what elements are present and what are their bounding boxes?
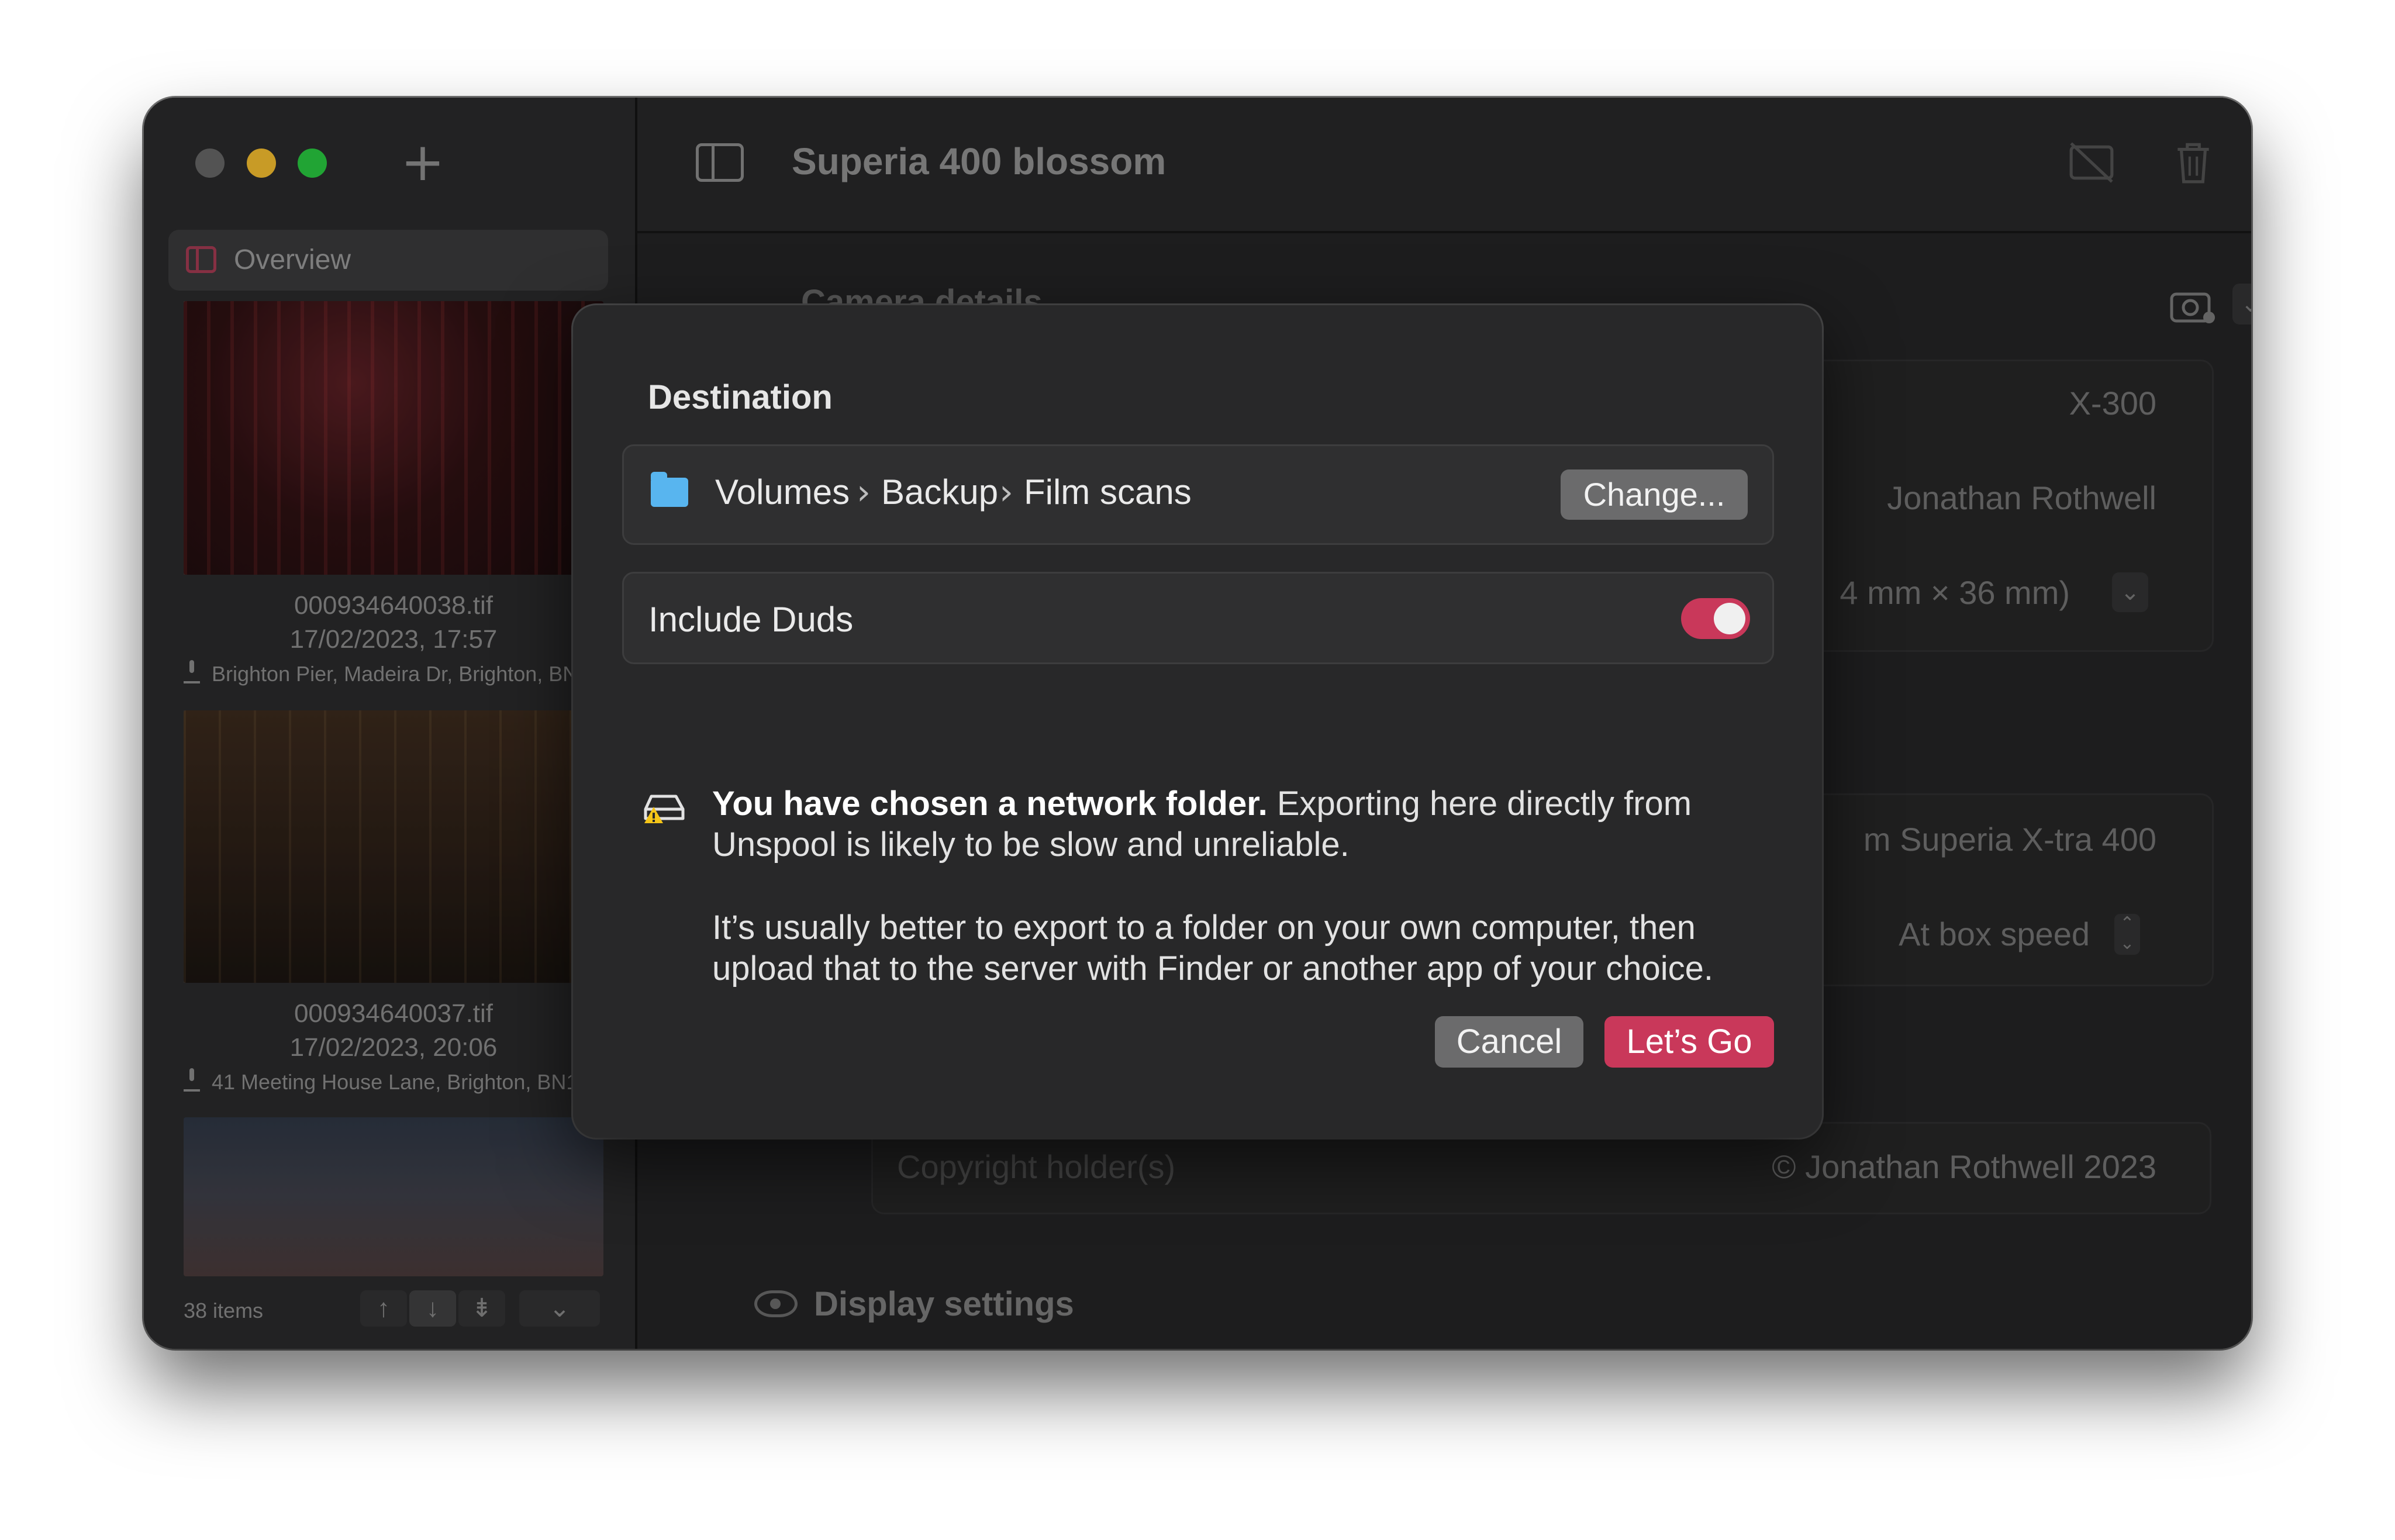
photo-datetime: 17/02/2023, 17:57 bbox=[289, 625, 498, 654]
format-chevron-icon[interactable]: ⌄ bbox=[2112, 572, 2148, 612]
speed-stepper[interactable]: ⌃ ⌄ bbox=[2114, 914, 2140, 955]
sidebar-toggle-icon[interactable] bbox=[696, 143, 744, 182]
path-segment: Backup bbox=[881, 472, 999, 512]
photo-location: 41 Meeting House Lane, Brighton, BN1 bbox=[184, 1068, 616, 1094]
cancel-button[interactable]: Cancel bbox=[1435, 1016, 1583, 1068]
path-chevron-icon: › bbox=[857, 472, 871, 513]
sidebar-item-overview[interactable]: Overview bbox=[168, 230, 608, 291]
destination-field: Volumes › Backup › Film scans Change... bbox=[622, 444, 1774, 545]
speed-value: At box speed bbox=[1899, 916, 2090, 952]
window-title: Superia 400 blossom bbox=[792, 140, 1167, 182]
photo-thumbnail[interactable] bbox=[184, 301, 603, 575]
sort-controls: ↑ ↓ ⇟ ⌄ bbox=[360, 1290, 617, 1329]
photo-datetime: 17/02/2023, 20:06 bbox=[289, 1033, 498, 1062]
toggle-knob bbox=[1714, 603, 1745, 634]
sort-ascending-icon[interactable]: ↑ bbox=[360, 1290, 407, 1327]
photo-location-text: 41 Meeting House Lane, Brighton, BN1 bbox=[212, 1070, 578, 1094]
close-window-button[interactable] bbox=[195, 149, 225, 178]
include-duds-toggle[interactable] bbox=[1681, 598, 1750, 639]
include-duds-label: Include Duds bbox=[648, 600, 854, 639]
location-pin-icon bbox=[184, 1068, 200, 1092]
lets-go-button[interactable]: Let’s Go bbox=[1604, 1016, 1774, 1068]
photo-location-text: Brighton Pier, Madeira Dr, Brighton, BN2 bbox=[212, 662, 590, 686]
add-icon[interactable]: + bbox=[396, 136, 449, 189]
path-chevron-icon: › bbox=[999, 472, 1013, 513]
path-segment: Film scans bbox=[1024, 472, 1192, 512]
camera-icon[interactable] bbox=[2169, 286, 2218, 324]
include-duds-row: Include Duds bbox=[622, 572, 1774, 664]
photo-thumbnail[interactable] bbox=[184, 710, 603, 983]
location-pin-icon bbox=[184, 660, 200, 683]
camera-menu-chevron-icon[interactable]: ⌄ bbox=[2232, 284, 2251, 324]
copyright-label: Copyright holder(s) bbox=[897, 1148, 1176, 1185]
item-count: 38 items bbox=[184, 1299, 264, 1323]
network-drive-warning-icon bbox=[644, 795, 685, 823]
owner-value: Jonathan Rothwell bbox=[1887, 479, 2156, 516]
hide-image-icon[interactable] bbox=[2068, 139, 2116, 187]
maximize-window-button[interactable] bbox=[298, 149, 327, 178]
photo-thumbnail[interactable] bbox=[184, 1117, 603, 1276]
toolbar: Superia 400 blossom bbox=[637, 98, 2251, 233]
network-warning-text: You have chosen a network folder. Export… bbox=[712, 783, 1765, 865]
camera-model-value: X-300 bbox=[2069, 385, 2156, 422]
copyright-value: © Jonathan Rothwell 2023 bbox=[1772, 1148, 2156, 1185]
folder-icon bbox=[651, 472, 688, 507]
display-section-title: Display settings bbox=[814, 1285, 1074, 1323]
photo-location: Brighton Pier, Madeira Dr, Brighton, BN2 bbox=[184, 660, 616, 686]
film-stock-value: m Superia X-tra 400 bbox=[1863, 821, 2156, 858]
sort-custom-icon[interactable]: ⇟ bbox=[458, 1290, 505, 1327]
photo-filename: 000934640038.tif bbox=[294, 591, 494, 620]
photo-filename: 000934640037.tif bbox=[294, 999, 494, 1028]
path-segment: Volumes bbox=[715, 472, 850, 512]
change-destination-button[interactable]: Change... bbox=[1561, 469, 1748, 520]
film-icon bbox=[186, 246, 216, 273]
export-advice-text: It’s usually better to export to a folde… bbox=[712, 909, 1713, 987]
sidebar-item-label: Overview bbox=[234, 244, 351, 275]
sort-descending-icon[interactable]: ↓ bbox=[409, 1290, 456, 1327]
format-value: 4 mm × 36 mm) bbox=[1840, 574, 2070, 611]
export-dialog: Destination Volumes › Backup › Film scan… bbox=[573, 305, 1822, 1138]
sidebar: + Overview 000934640038.tif 17/02/2023, … bbox=[144, 98, 635, 1349]
sort-menu-chevron-icon[interactable]: ⌄ bbox=[519, 1290, 600, 1327]
destination-heading: Destination bbox=[648, 378, 833, 416]
network-warning-title: You have chosen a network folder. bbox=[712, 785, 1268, 823]
minimize-window-button[interactable] bbox=[247, 149, 276, 178]
eye-icon bbox=[754, 1290, 798, 1317]
trash-icon[interactable] bbox=[2169, 139, 2217, 187]
